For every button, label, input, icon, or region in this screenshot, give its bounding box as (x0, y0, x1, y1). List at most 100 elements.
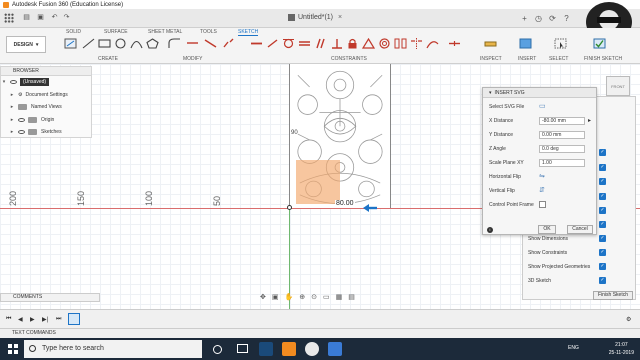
coincident-constraint-icon[interactable] (266, 38, 279, 49)
fillet-icon[interactable] (168, 38, 181, 49)
look-at-icon[interactable]: ▣ (272, 293, 279, 302)
show-constraints-checkbox[interactable]: ✓ (599, 249, 606, 256)
finish-sketch-icon[interactable] (593, 38, 606, 49)
photoshop-app-icon[interactable] (259, 342, 273, 356)
insert-image-icon[interactable] (519, 38, 532, 49)
field-arrow-icon[interactable]: ▸ (588, 117, 591, 124)
visibility-eye-icon[interactable] (18, 130, 25, 135)
line-icon[interactable] (82, 38, 95, 49)
tab-surface[interactable]: SURFACE (104, 29, 128, 35)
fix-unfix-lock-icon[interactable] (346, 38, 359, 49)
file-menu-icon[interactable]: ▤ (22, 14, 31, 22)
origin-point[interactable] (287, 205, 292, 210)
measure-ruler-icon[interactable] (484, 38, 497, 49)
symmetry-icon[interactable] (410, 38, 423, 49)
document-tab[interactable]: Untitled*(1) × (288, 14, 342, 21)
tab-solid[interactable]: SOLID (66, 29, 81, 35)
horizontal-flip-icon[interactable]: ⇋ (539, 173, 549, 181)
step-forward-icon[interactable]: ▶| (42, 316, 48, 323)
palette-checkbox[interactable]: ✓ (599, 221, 606, 228)
show-projected-geometries-checkbox[interactable]: ✓ (599, 263, 606, 270)
browser-item-origin[interactable]: ▸ Origin (1, 114, 91, 127)
cortana-icon[interactable] (213, 345, 222, 354)
chrome-app-icon[interactable] (305, 342, 319, 356)
insert-group-label[interactable]: INSERT (518, 56, 536, 62)
viewports-icon[interactable]: ▤ (348, 293, 355, 302)
close-tab-icon[interactable]: × (338, 14, 342, 21)
z-angle-field[interactable]: 0.0 deg (539, 145, 585, 153)
break-icon[interactable] (222, 38, 235, 49)
polygon-icon[interactable] (146, 38, 159, 49)
data-panel-grid-icon[interactable] (4, 13, 14, 23)
comments-panel[interactable]: COMMENTS (0, 293, 100, 302)
go-to-start-icon[interactable]: ⏮ (6, 316, 11, 323)
timeline-settings-icon[interactable]: ⚙ (626, 316, 631, 323)
equal-constraint-icon[interactable] (298, 38, 311, 49)
visibility-eye-icon[interactable] (18, 117, 25, 122)
palette-checkbox[interactable]: ✓ (599, 207, 606, 214)
concentric-icon[interactable] (378, 38, 391, 49)
zoom-icon[interactable]: ⊕ (299, 293, 305, 302)
palette-checkbox[interactable]: ✓ (599, 164, 606, 171)
expand-triangle-icon[interactable]: ▸ (9, 117, 15, 123)
folder-open-icon[interactable]: ▭ (539, 103, 549, 111)
cancel-button[interactable]: Cancel (567, 225, 593, 234)
windows-start-icon[interactable] (8, 344, 18, 354)
extend-icon[interactable] (204, 38, 217, 49)
inspect-group-label[interactable]: INSPECT (480, 56, 502, 62)
x-distance-field[interactable]: -80.00 mm (539, 117, 585, 125)
create-sketch-icon[interactable] (64, 38, 77, 49)
3d-sketch-checkbox[interactable]: ✓ (599, 277, 606, 284)
scale-plane-xy-field[interactable]: 1.00 (539, 159, 585, 167)
display-settings-icon[interactable]: ▭ (323, 293, 330, 302)
select-cursor-icon[interactable] (554, 38, 567, 49)
new-tab-icon[interactable]: + (520, 14, 529, 23)
finish-sketch-group-label[interactable]: FINISH SKETCH (584, 56, 622, 62)
expand-triangle-icon[interactable]: ▸ (9, 104, 15, 110)
create-group-label[interactable]: CREATE (98, 56, 118, 62)
language-indicator[interactable]: ENG (568, 345, 579, 351)
ok-button[interactable]: OK (538, 225, 556, 234)
browser-header[interactable]: BROWSER (1, 67, 91, 76)
clock[interactable]: 21:07 25-11-2019 (609, 341, 634, 357)
redo-icon[interactable]: ↷ (62, 14, 71, 22)
dialog-titlebar[interactable]: ▾ INSERT SVG (483, 88, 596, 98)
undo-icon[interactable]: ↶ (50, 14, 59, 22)
viewcube[interactable]: FRONT (606, 76, 630, 96)
arc-icon[interactable] (130, 38, 143, 49)
midpoint-constraint-icon[interactable] (448, 38, 461, 49)
other-app-icon[interactable] (328, 342, 342, 356)
horizontal-constraint-icon[interactable] (250, 38, 263, 49)
select-group-label[interactable]: SELECT (549, 56, 568, 62)
grid-settings-icon[interactable]: ▦ (336, 293, 343, 302)
palette-checkbox[interactable]: ✓ (599, 178, 606, 185)
collapse-triangle-icon[interactable]: ▾ (489, 88, 492, 98)
modify-group-label[interactable]: MODIFY (183, 56, 202, 62)
tab-sheet-metal[interactable]: SHEET METAL (148, 29, 182, 35)
parallel-constraint-icon[interactable] (314, 38, 327, 49)
move-arrow-handle-icon[interactable] (363, 204, 377, 212)
timeline-sketch-feature-icon[interactable] (68, 313, 80, 325)
browser-item-named-views[interactable]: ▸ Named Views (1, 101, 91, 114)
fit-icon[interactable]: ⊙ (311, 293, 317, 302)
go-to-end-icon[interactable]: ⏭ (56, 316, 61, 323)
browser-item-document-settings[interactable]: ▸ ⚙ Document Settings (1, 89, 91, 102)
collapse-triangle-icon[interactable]: ▾ (1, 79, 7, 85)
browser-item-root[interactable]: ▾ (Unsaved) (1, 76, 91, 89)
tangent-constraint-icon[interactable] (282, 38, 295, 49)
expand-triangle-icon[interactable]: ▸ (9, 129, 15, 135)
orbit-icon[interactable]: ✥ (260, 293, 266, 302)
expand-triangle-icon[interactable]: ▸ (9, 92, 15, 98)
design-workspace-button[interactable]: DESIGN ▾ (6, 36, 46, 53)
trim-icon[interactable] (186, 38, 199, 49)
constraints-group-label[interactable]: CONSTRAINTS (331, 56, 367, 62)
x-distance-dimension-label[interactable]: 80.00 (335, 200, 355, 207)
task-view-icon[interactable] (237, 344, 248, 353)
vertical-flip-icon[interactable]: ⇵ (539, 187, 549, 195)
midpoint-triangle-icon[interactable] (362, 38, 375, 49)
tab-tools[interactable]: TOOLS (200, 29, 217, 35)
perpendicular-constraint-icon[interactable] (330, 38, 343, 49)
taskbar-search-box[interactable]: Type here to search (24, 340, 202, 358)
pan-icon[interactable]: ✋ (285, 293, 294, 302)
palette-checkbox[interactable]: ✓ (599, 193, 606, 200)
